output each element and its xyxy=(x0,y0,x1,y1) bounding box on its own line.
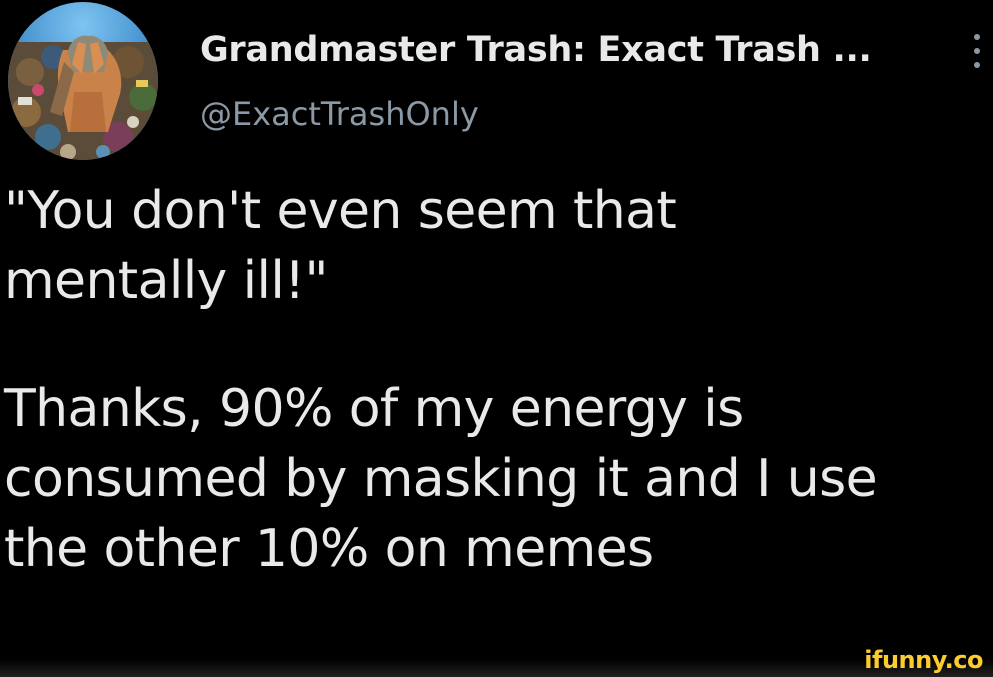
ellipsis-dot xyxy=(974,34,980,40)
author-handle[interactable]: @ExactTrashOnly xyxy=(200,94,479,134)
vertical-ellipsis-icon[interactable] xyxy=(966,30,990,74)
ifunny-watermark: ifunny.co xyxy=(864,646,983,674)
avatar-trash-heap-photo xyxy=(8,2,158,160)
ellipsis-dot xyxy=(974,48,980,54)
tweet-text-line: consumed by masking it and I use xyxy=(4,449,878,509)
tweet-text-line: "You don't even seem that xyxy=(4,181,677,241)
tweet-text: "You don't even seem that mentally ill!"… xyxy=(4,176,993,584)
tweet-screenshot: Grandmaster Trash: Exact Trash ... @Exac… xyxy=(0,0,993,677)
tweet-text-line: Thanks, 90% of my energy is xyxy=(4,379,744,439)
bottom-edge-shade xyxy=(0,659,993,677)
tweet-text-line: mentally ill!" xyxy=(4,251,328,311)
author-display-name[interactable]: Grandmaster Trash: Exact Trash ... xyxy=(200,28,872,72)
author-avatar[interactable] xyxy=(8,2,158,160)
tweet-text-line: the other 10% on memes xyxy=(4,519,654,579)
ellipsis-dot xyxy=(974,62,980,68)
